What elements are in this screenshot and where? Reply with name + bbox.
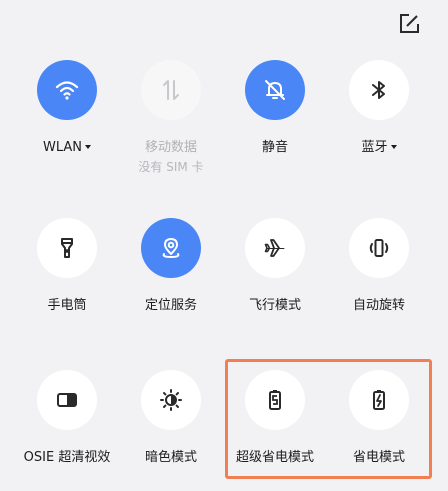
tile-dark-mode[interactable]: 暗色模式	[119, 370, 223, 466]
tile-mobile-data-sublabel: 没有 SIM 卡	[138, 160, 204, 174]
tile-super-power-saving[interactable]: 超级省电模式	[223, 370, 327, 466]
tile-mute-label: 静音	[261, 140, 288, 155]
bell-off-icon	[265, 80, 285, 100]
dark-mode-icon	[160, 389, 182, 411]
tile-mute-button[interactable]	[245, 60, 305, 120]
power-saving-icon	[373, 390, 385, 410]
tile-osie[interactable]: OSIE 超清视效	[15, 370, 119, 466]
tile-mobile-data-label: 移动数据	[144, 140, 197, 155]
tile-dark-mode-button[interactable]	[141, 370, 201, 430]
tile-auto-rotate-button[interactable]	[349, 218, 409, 278]
tile-flashlight[interactable]: 手电筒	[15, 218, 119, 314]
tile-airplane[interactable]: 飞行模式	[223, 218, 327, 314]
tile-mute[interactable]: 静音	[223, 60, 327, 156]
dropdown-caret-icon	[85, 144, 91, 149]
tile-location-label: 定位服务	[144, 298, 197, 313]
tile-auto-rotate[interactable]: 自动旋转	[327, 218, 431, 314]
tile-location-button[interactable]	[141, 218, 201, 278]
bluetooth-icon	[372, 81, 385, 99]
tile-power-saving-button[interactable]	[349, 370, 409, 430]
tile-power-saving-label: 省电模式	[352, 450, 405, 465]
tile-osie-button[interactable]	[37, 370, 97, 430]
wifi-icon	[55, 81, 79, 100]
tile-wlan-label: WLAN	[43, 140, 91, 156]
tile-wlan-button[interactable]	[37, 60, 97, 120]
display-enhance-icon	[57, 393, 77, 407]
tile-mobile-data-button[interactable]	[141, 60, 201, 120]
tile-mobile-data[interactable]: 移动数据 没有 SIM 卡	[119, 60, 223, 174]
tile-wlan[interactable]: WLAN	[15, 60, 119, 156]
edit-button[interactable]	[397, 12, 421, 36]
tile-super-power-saving-label: 超级省电模式	[235, 450, 314, 465]
tile-flashlight-label: 手电筒	[47, 298, 87, 313]
tile-power-saving[interactable]: 省电模式	[327, 370, 431, 466]
tile-flashlight-button[interactable]	[37, 218, 97, 278]
tile-bluetooth-button[interactable]	[349, 60, 409, 120]
tile-location[interactable]: 定位服务	[119, 218, 223, 314]
tile-airplane-button[interactable]	[245, 218, 305, 278]
flashlight-icon	[61, 238, 73, 258]
tile-dark-mode-label: 暗色模式	[144, 450, 197, 465]
dropdown-caret-icon	[390, 144, 397, 149]
tile-osie-label: OSIE 超清视效	[23, 450, 111, 465]
edit-square-icon	[400, 14, 419, 33]
tile-bluetooth[interactable]: 蓝牙	[327, 60, 431, 156]
tile-super-power-saving-button[interactable]	[245, 370, 305, 430]
super-power-saving-icon	[269, 390, 281, 410]
location-icon	[162, 238, 180, 259]
tile-bluetooth-label: 蓝牙	[361, 140, 397, 156]
data-arrows-icon	[163, 80, 179, 100]
tile-airplane-label: 飞行模式	[248, 298, 301, 313]
airplane-icon	[264, 239, 285, 257]
tile-auto-rotate-label: 自动旋转	[352, 298, 405, 313]
rotate-icon	[369, 239, 389, 257]
